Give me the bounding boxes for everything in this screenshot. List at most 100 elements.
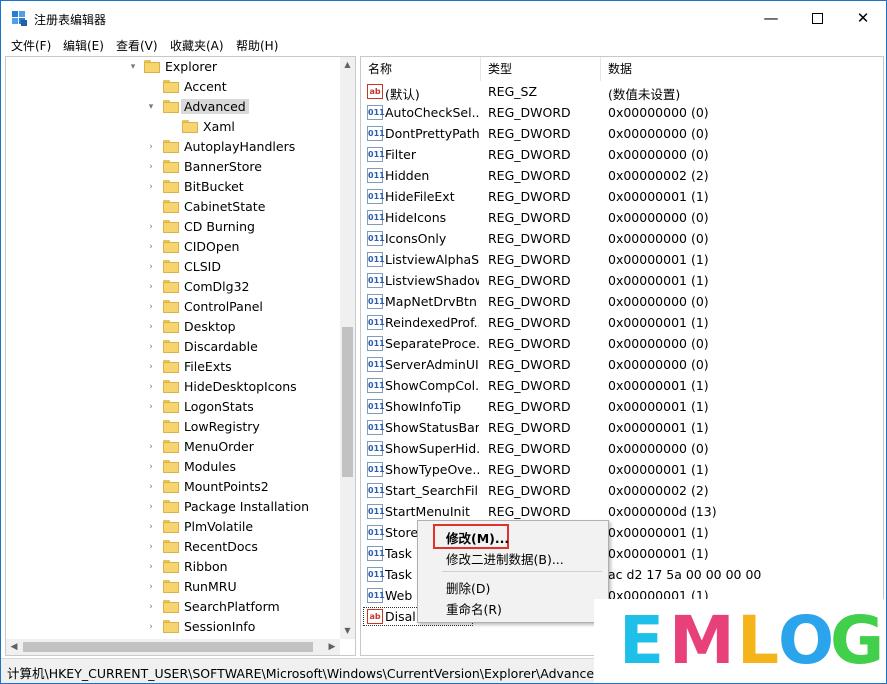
tree-item[interactable]: › RunMRU: [6, 577, 338, 597]
tree-item-xaml[interactable]: Xaml: [6, 117, 338, 137]
expand-toggle-icon[interactable]: ›: [146, 601, 156, 613]
expand-toggle-icon[interactable]: ›: [146, 561, 156, 573]
tree-item[interactable]: › AutoplayHandlers: [6, 137, 338, 157]
menu-edit[interactable]: 编辑(E): [63, 37, 104, 54]
menu-item-modify-binary[interactable]: 修改二进制数据(B)...: [446, 549, 564, 568]
expand-toggle-icon[interactable]: ›: [146, 461, 156, 473]
column-header-data[interactable]: 数据: [601, 57, 883, 81]
expand-toggle-icon[interactable]: ›: [146, 281, 156, 293]
expand-toggle-icon[interactable]: ›: [146, 161, 156, 173]
expand-toggle-icon[interactable]: ›: [146, 521, 156, 533]
expand-toggle-icon[interactable]: ›: [146, 581, 156, 593]
value-row[interactable]: 011 HideIcons REG_DWORD 0x00000000 (0): [361, 207, 883, 228]
tree-vertical-scrollbar[interactable]: ▲ ▼: [340, 57, 355, 639]
tree-item[interactable]: › RecentDocs: [6, 537, 338, 557]
value-row[interactable]: 011 StartMenuInit REG_DWORD 0x0000000d (13): [361, 501, 883, 522]
expand-toggle-icon[interactable]: ›: [146, 361, 156, 373]
tree-item[interactable]: › MenuOrder: [6, 437, 338, 457]
tree-item[interactable]: › Package Installation: [6, 497, 338, 517]
expand-toggle-icon[interactable]: ›: [146, 401, 156, 413]
value-row[interactable]: 011 ReindexedProf... REG_DWORD 0x00000001 (…: [361, 312, 883, 333]
value-row[interactable]: 011 Filter REG_DWORD 0x00000000 (0): [361, 144, 883, 165]
tree-item[interactable]: › LogonStats: [6, 397, 338, 417]
tree-item[interactable]: › Ribbon: [6, 557, 338, 577]
scroll-up-icon[interactable]: ▲: [340, 57, 355, 73]
value-row[interactable]: 011 ShowInfoTip REG_DWORD 0x00000001 (1): [361, 396, 883, 417]
value-row[interactable]: 011 AutoCheckSel... REG_DWORD 0x00000000 (0…: [361, 102, 883, 123]
menu-help[interactable]: 帮助(H): [236, 37, 278, 54]
menu-favorites[interactable]: 收藏夹(A): [170, 37, 224, 54]
tree-item[interactable]: › HideDesktopIcons: [6, 377, 338, 397]
value-row[interactable]: 011 IconsOnly REG_DWORD 0x00000000 (0): [361, 228, 883, 249]
value-row[interactable]: 011Start_SearchFil... REG_DWORD 0x00000002…: [361, 480, 883, 501]
value-row[interactable]: 011ListviewAlphaS... REG_DWORD 0x00000001 …: [361, 249, 883, 270]
maximize-button[interactable]: [794, 1, 840, 35]
expand-toggle-icon[interactable]: ›: [146, 221, 156, 233]
column-header-name[interactable]: 名称: [361, 57, 481, 81]
value-row[interactable]: 011 MapNetDrvBtn REG_DWORD 0x00000000 (0): [361, 291, 883, 312]
key-tree-pane[interactable]: ▾ Explorer Accent ▾ Advanced Xaml › Autop…: [5, 56, 356, 656]
expand-toggle-icon[interactable]: ›: [146, 541, 156, 553]
value-row[interactable]: 011 ShowTypeOve... REG_DWORD 0x00000001 (1): [361, 459, 883, 480]
value-row[interactable]: 011 HideFileExt REG_DWORD 0x00000001 (1): [361, 186, 883, 207]
close-button[interactable]: ✕: [840, 1, 886, 35]
expand-toggle-icon[interactable]: ›: [146, 381, 156, 393]
tree-item[interactable]: › Modules: [6, 457, 338, 477]
expand-toggle-icon[interactable]: ▾: [146, 101, 156, 113]
value-row[interactable]: 011 ShowStatusBar REG_DWORD 0x00000001 (1): [361, 417, 883, 438]
value-row[interactable]: 011 ShowSuperHid... REG_DWORD 0x00000000 (0…: [361, 438, 883, 459]
tree-item[interactable]: › CLSID: [6, 257, 338, 277]
expand-toggle-icon[interactable]: ▾: [128, 61, 138, 73]
scroll-right-icon[interactable]: ▶: [324, 639, 340, 655]
value-row[interactable]: ab (默认) REG_SZ (数值未设置): [361, 81, 883, 102]
tree-item[interactable]: › ComDlg32: [6, 277, 338, 297]
expand-toggle-icon[interactable]: ›: [146, 321, 156, 333]
tree-item[interactable]: › SearchPlatform: [6, 597, 338, 617]
menu-item-rename[interactable]: 重命名(R): [446, 599, 502, 618]
tree-item[interactable]: › CIDOpen: [6, 237, 338, 257]
expand-toggle-icon[interactable]: ›: [146, 141, 156, 153]
expand-toggle-icon[interactable]: ›: [146, 501, 156, 513]
scroll-thumb[interactable]: [342, 327, 353, 477]
scroll-down-icon[interactable]: ▼: [340, 623, 355, 639]
expand-toggle-icon[interactable]: ›: [146, 341, 156, 353]
tree-item-explorer[interactable]: ▾ Explorer: [6, 57, 338, 77]
scroll-thumb[interactable]: [23, 642, 313, 652]
value-row[interactable]: 011 ListviewShadow REG_DWORD 0x00000001 (1): [361, 270, 883, 291]
expand-toggle-icon[interactable]: ›: [146, 261, 156, 273]
regedit-app-icon: [12, 11, 27, 26]
tree-item[interactable]: CabinetState: [6, 197, 338, 217]
tree-item[interactable]: › BannerStore: [6, 157, 338, 177]
tree-item[interactable]: › BitBucket: [6, 177, 338, 197]
expand-toggle-icon[interactable]: ›: [146, 301, 156, 313]
column-header-type[interactable]: 类型: [481, 57, 601, 81]
tree-item[interactable]: › FileExts: [6, 357, 338, 377]
menu-view[interactable]: 查看(V): [116, 37, 158, 54]
value-row[interactable]: 011 ServerAdminUI REG_DWORD 0x00000000 (0): [361, 354, 883, 375]
expand-toggle-icon[interactable]: ›: [146, 481, 156, 493]
tree-item[interactable]: Accent: [6, 77, 338, 97]
menu-item-delete[interactable]: 删除(D): [446, 578, 490, 597]
tree-item[interactable]: › SessionInfo: [6, 617, 338, 637]
tree-item[interactable]: LowRegistry: [6, 417, 338, 437]
tree-item[interactable]: › MountPoints2: [6, 477, 338, 497]
expand-toggle-icon[interactable]: ›: [146, 621, 156, 633]
value-row[interactable]: 011 DontPrettyPath REG_DWORD 0x00000000 (0): [361, 123, 883, 144]
tree-item[interactable]: › PlmVolatile: [6, 517, 338, 537]
value-row[interactable]: 011 SeparateProce... REG_DWORD 0x00000000 (…: [361, 333, 883, 354]
expand-toggle-icon[interactable]: ›: [146, 241, 156, 253]
tree-item[interactable]: › ControlPanel: [6, 297, 338, 317]
expand-toggle-icon[interactable]: ›: [146, 181, 156, 193]
tree-item[interactable]: › CD Burning: [6, 217, 338, 237]
menu-item-modify[interactable]: 修改(M)...: [446, 528, 509, 547]
value-row[interactable]: 011 Hidden REG_DWORD 0x00000002 (2): [361, 165, 883, 186]
tree-item[interactable]: › Desktop: [6, 317, 338, 337]
value-row[interactable]: 011 ShowCompCol... REG_DWORD 0x00000001 (1): [361, 375, 883, 396]
minimize-button[interactable]: —: [748, 1, 794, 35]
scroll-left-icon[interactable]: ◀: [6, 639, 22, 655]
expand-toggle-icon[interactable]: ›: [146, 441, 156, 453]
tree-item[interactable]: › Discardable: [6, 337, 338, 357]
tree-horizontal-scrollbar[interactable]: ◀ ▶: [6, 639, 340, 655]
tree-item-advanced[interactable]: ▾ Advanced: [6, 97, 338, 117]
menu-file[interactable]: 文件(F): [11, 37, 51, 54]
